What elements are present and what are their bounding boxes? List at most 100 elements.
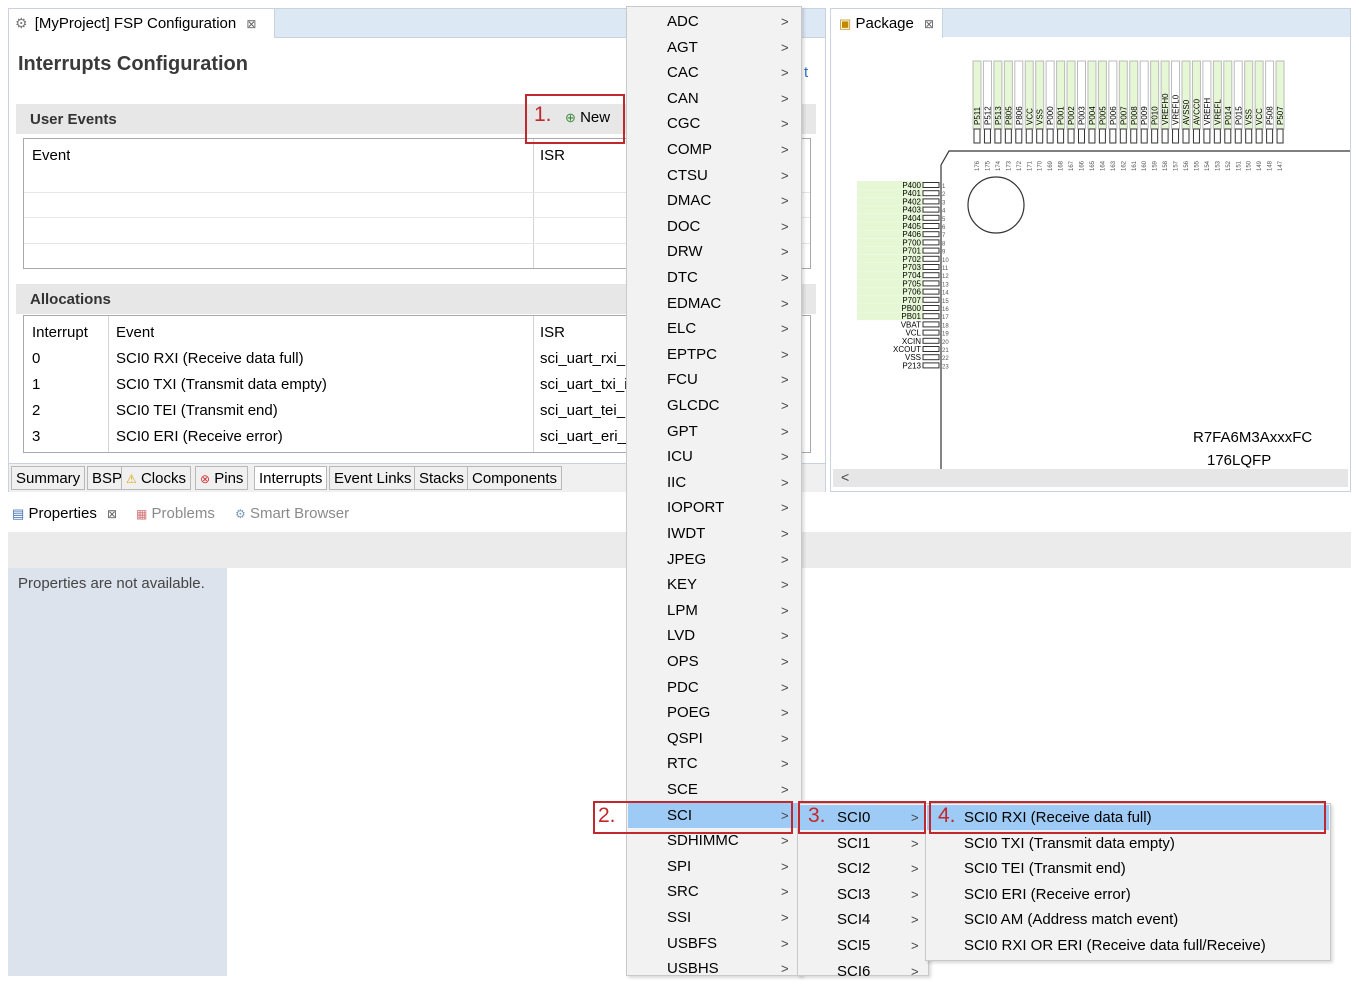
close-icon[interactable]: ⊠ [107, 507, 117, 521]
top-pin-lead[interactable] [994, 128, 1002, 144]
peripheral-menu-item[interactable]: EPTPC > [628, 342, 800, 367]
left-pin-lead[interactable] [922, 288, 940, 295]
peripheral-menu-item[interactable]: RTC > [628, 751, 800, 776]
top-pin-lead[interactable] [1088, 128, 1096, 144]
event-menu-item[interactable]: SCI0 RXI OR ERI (Receive data full/Recei… [927, 933, 1329, 958]
event-menu-item[interactable]: SCI0 TEI (Transmit end) [927, 856, 1329, 881]
peripheral-menu-item[interactable]: LVD > [628, 623, 800, 648]
top-pin-lead[interactable] [1078, 128, 1085, 144]
tab-summary[interactable]: Summary [11, 466, 86, 490]
top-pin-lead[interactable] [1151, 128, 1159, 144]
scroll-left-arrow[interactable]: < [841, 469, 849, 485]
top-pin-lead[interactable] [1046, 128, 1054, 144]
left-pin-lead[interactable] [922, 206, 940, 213]
peripheral-menu-item[interactable]: DMAC > [628, 188, 800, 213]
left-pin-lead[interactable] [922, 190, 940, 197]
sci-menu-item[interactable]: SCI4 > [799, 907, 927, 932]
column-header-event[interactable]: Event [116, 324, 154, 341]
tab-event-links[interactable]: Event Links [329, 466, 417, 490]
top-pin-lead[interactable] [1213, 128, 1221, 144]
top-pin-lead[interactable] [1245, 128, 1253, 144]
peripheral-menu-item[interactable]: SRC > [628, 879, 800, 904]
event-menu-item[interactable]: SCI0 TXI (Transmit data empty) [927, 831, 1329, 856]
peripheral-menu-item[interactable]: IIC > [628, 470, 800, 495]
left-pin-lead[interactable] [922, 305, 940, 311]
peripheral-menu-item[interactable]: IWDT > [628, 521, 800, 546]
page-link-partial[interactable]: t [804, 64, 808, 81]
peripheral-menu-item[interactable]: IOPORT > [628, 495, 800, 520]
peripheral-menu-item[interactable]: SSI > [628, 905, 800, 930]
package-tab[interactable]: ▣ Package ⊠ [831, 9, 943, 38]
top-pin-lead[interactable] [973, 128, 981, 144]
peripheral-menu-item[interactable]: USBFS > [628, 931, 800, 956]
peripheral-menu-item[interactable]: ELC > [628, 316, 800, 341]
peripheral-menu-item[interactable]: USBHS > [628, 956, 800, 981]
tab-components[interactable]: Components [467, 466, 563, 490]
left-pin-lead[interactable] [922, 362, 940, 369]
peripheral-menu-item[interactable]: SPI > [628, 854, 800, 879]
top-pin-lead[interactable] [1276, 128, 1284, 144]
peripheral-menu-item[interactable]: GPT > [628, 419, 800, 444]
peripheral-menu-item[interactable]: COMP > [628, 137, 800, 162]
peripheral-menu-item[interactable]: DTC > [628, 265, 800, 290]
peripheral-menu-item[interactable]: EDMAC > [628, 291, 800, 316]
event-menu-item[interactable]: SCI0 AM (Address match event) [927, 907, 1329, 932]
sci-menu-item[interactable]: SCI2 > [799, 856, 927, 881]
left-pin-lead[interactable] [922, 231, 940, 238]
sci-menu-item[interactable]: SCI3 > [799, 882, 927, 907]
peripheral-menu-item[interactable]: ADC > [628, 9, 800, 34]
peripheral-menu-item[interactable]: ICU > [628, 444, 800, 469]
top-pin-lead[interactable] [1172, 128, 1180, 144]
peripheral-menu-item[interactable]: JPEG > [628, 547, 800, 572]
event-menu-item[interactable]: SCI0 ERI (Receive error) [927, 882, 1329, 907]
column-header-isr[interactable]: ISR [540, 324, 565, 341]
top-pin-lead[interactable] [1192, 128, 1200, 144]
left-pin-lead[interactable] [922, 239, 940, 246]
top-pin-lead[interactable] [983, 128, 991, 144]
top-pin-lead[interactable] [1004, 128, 1012, 144]
top-pin-lead[interactable] [1255, 128, 1263, 144]
left-pin-lead[interactable] [922, 264, 940, 270]
left-pin-lead[interactable] [922, 354, 940, 361]
left-pin-lead[interactable] [922, 337, 940, 344]
close-icon[interactable]: ⊠ [924, 17, 934, 31]
top-pin-lead[interactable] [1266, 128, 1274, 144]
left-pin-lead[interactable] [922, 255, 940, 262]
top-pin-lead[interactable] [1224, 128, 1232, 144]
top-pin-lead[interactable] [1203, 128, 1211, 144]
column-header-event[interactable]: Event [32, 147, 70, 164]
top-pin-lead[interactable] [1067, 128, 1075, 144]
tab-interrupts[interactable]: Interrupts [254, 466, 328, 490]
peripheral-menu-item[interactable]: DOC > [628, 214, 800, 239]
column-header-isr[interactable]: ISR [540, 147, 565, 164]
peripheral-menu-item[interactable]: LPM > [628, 598, 800, 623]
horizontal-scrollbar[interactable]: < [833, 469, 1348, 487]
left-pin-lead[interactable] [922, 272, 940, 279]
peripheral-menu-item[interactable]: OPS > [628, 649, 800, 674]
peripheral-menu-item[interactable]: QSPI > [628, 726, 800, 751]
top-pin-lead[interactable] [1130, 128, 1138, 144]
peripheral-menu-item[interactable]: SCE > [628, 777, 800, 802]
top-pin-lead[interactable] [1182, 128, 1190, 144]
column-header-interrupt[interactable]: Interrupt [32, 324, 88, 341]
tab-clocks[interactable]: ⚠ Clocks [121, 466, 191, 490]
top-pin-lead[interactable] [1098, 128, 1106, 144]
top-pin-lead[interactable] [1057, 128, 1065, 144]
left-pin-lead[interactable] [922, 346, 940, 352]
left-pin-lead[interactable] [922, 198, 940, 205]
tab-problems[interactable]: ▦ Problems [136, 505, 215, 522]
left-pin-lead[interactable] [922, 214, 940, 221]
left-pin-lead[interactable] [922, 182, 940, 188]
top-pin-lead[interactable] [1015, 128, 1023, 144]
top-pin-lead[interactable] [1119, 128, 1127, 144]
left-pin-lead[interactable] [922, 223, 940, 229]
peripheral-menu-item[interactable]: CAN > [628, 86, 800, 111]
peripheral-menu-item[interactable]: PDC > [628, 675, 800, 700]
left-pin-lead[interactable] [922, 313, 940, 320]
sci-menu-item[interactable]: SCI5 > [799, 933, 927, 958]
top-pin-lead[interactable] [1109, 128, 1117, 144]
peripheral-menu-item[interactable]: CAC > [628, 60, 800, 85]
tab-pins[interactable]: ⊗ Pins [195, 466, 249, 490]
editor-tab[interactable]: ⚙ [MyProject] FSP Configuration ⊠ [9, 9, 275, 38]
tab-smart-browser[interactable]: ⚙ Smart Browser [235, 505, 349, 522]
